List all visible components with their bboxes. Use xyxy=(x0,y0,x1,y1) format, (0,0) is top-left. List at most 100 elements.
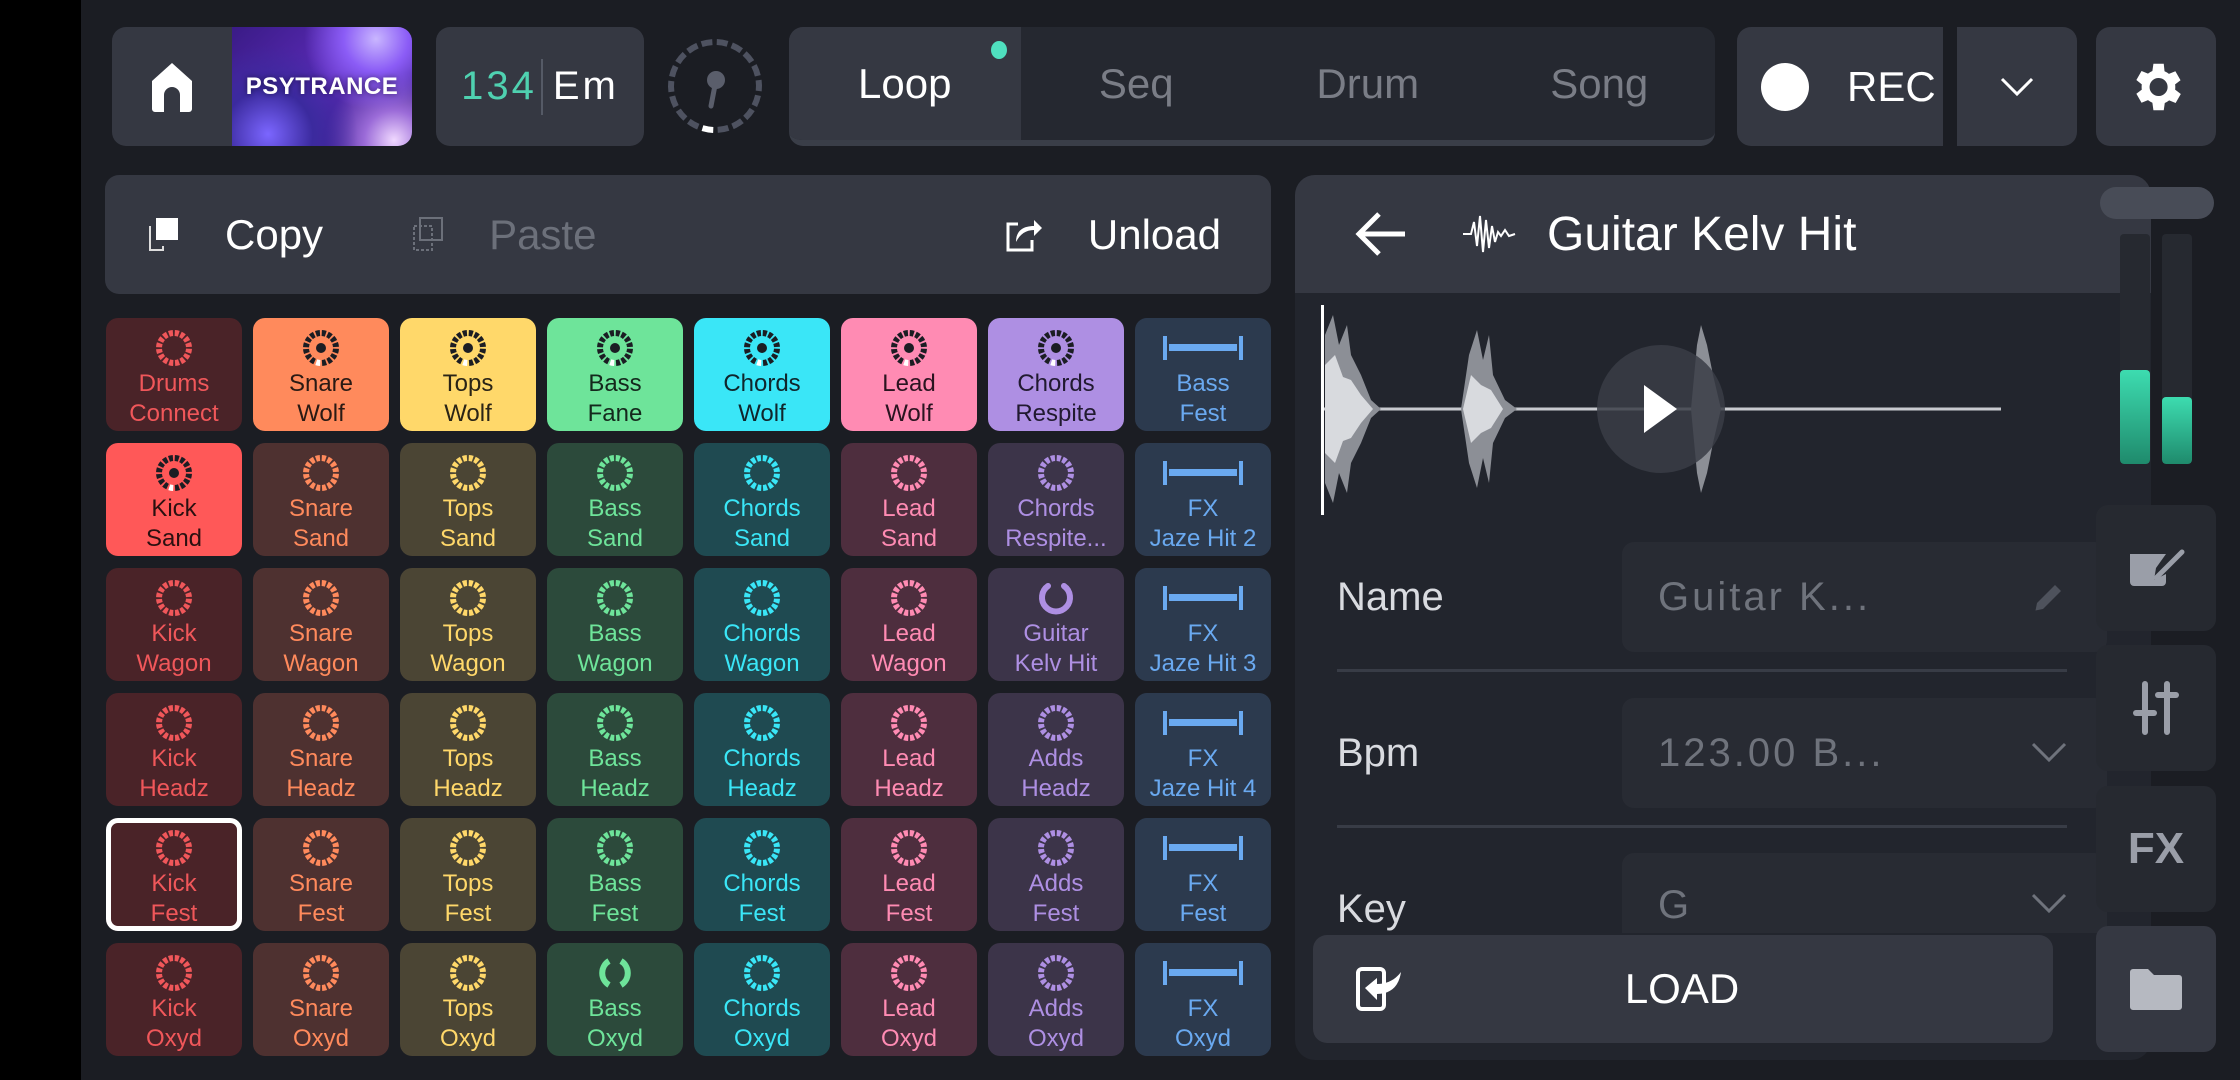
pad[interactable]: Chords Respite xyxy=(988,318,1124,431)
load-button[interactable]: LOAD xyxy=(1313,935,2053,1043)
mixer-button[interactable] xyxy=(2096,645,2216,771)
pad-name: Sand xyxy=(733,525,791,552)
pad[interactable]: Tops Oxyd xyxy=(400,943,536,1056)
tab-drum[interactable]: Drum xyxy=(1252,27,1484,140)
name-input[interactable]: Guitar K... xyxy=(1622,542,2107,652)
pad[interactable]: Kick Wagon xyxy=(106,568,242,681)
pad[interactable]: Lead Wagon xyxy=(841,568,977,681)
pad[interactable]: Kick Oxyd xyxy=(106,943,242,1056)
pad[interactable]: Chords Sand xyxy=(694,443,830,556)
pad[interactable]: Adds Oxyd xyxy=(988,943,1124,1056)
pad[interactable]: Tops Sand xyxy=(400,443,536,556)
pad[interactable]: FX Jaze Hit 2 xyxy=(1135,443,1271,556)
gear-icon xyxy=(2136,63,2181,110)
pad[interactable]: Snare Sand xyxy=(253,443,389,556)
pad[interactable]: Snare Fest xyxy=(253,818,389,931)
pad[interactable]: Snare Headz xyxy=(253,693,389,806)
pad[interactable]: Chords Fest xyxy=(694,818,830,931)
pad[interactable]: Snare Wolf xyxy=(253,318,389,431)
preview-play-button[interactable] xyxy=(1605,415,1733,543)
dial-tick xyxy=(687,118,700,130)
browser-button[interactable] xyxy=(2096,926,2216,1052)
volume-slider-handle[interactable] xyxy=(2100,187,2214,219)
pad-name: Jaze Hit 2 xyxy=(1149,525,1257,552)
playing-ring-icon xyxy=(450,330,486,366)
pad-category: Bass xyxy=(588,370,642,397)
pad[interactable]: Lead Sand xyxy=(841,443,977,556)
record-button[interactable]: REC xyxy=(1737,27,1943,146)
pad-category: Bass xyxy=(588,495,642,522)
loop-ring-icon xyxy=(156,705,192,741)
pad[interactable]: Guitar Kelv Hit xyxy=(988,568,1124,681)
pad[interactable]: Bass Wagon xyxy=(547,568,683,681)
loop-ring-icon xyxy=(156,580,192,616)
pad[interactable]: Chords Wolf xyxy=(694,318,830,431)
pad[interactable]: Adds Headz xyxy=(988,693,1124,806)
pad[interactable]: Bass Sand xyxy=(547,443,683,556)
pad-category: Snare xyxy=(288,745,354,772)
pad[interactable]: Lead Headz xyxy=(841,693,977,806)
pad[interactable]: Kick Fest xyxy=(106,818,242,931)
key-select[interactable]: G xyxy=(1622,853,2107,933)
project-cover[interactable]: PSYTRANCE xyxy=(232,27,412,146)
pad[interactable]: Chords Oxyd xyxy=(694,943,830,1056)
pad[interactable]: Chords Headz xyxy=(694,693,830,806)
metronome-dial[interactable] xyxy=(665,36,765,136)
pad[interactable]: Lead Fest xyxy=(841,818,977,931)
pad-name: Sand xyxy=(145,525,203,552)
pad[interactable]: Bass Headz xyxy=(547,693,683,806)
chevron-down-icon xyxy=(2031,742,2067,763)
pad[interactable]: Snare Wagon xyxy=(253,568,389,681)
pencil-icon[interactable] xyxy=(2031,579,2067,615)
loop-ring-icon xyxy=(303,830,339,866)
pad[interactable]: Bass Fest xyxy=(1135,318,1271,431)
pad[interactable]: Adds Fest xyxy=(988,818,1124,931)
pad-category: Chords xyxy=(1017,370,1095,397)
copy-button[interactable]: Copy xyxy=(147,211,323,259)
loop-ring-icon xyxy=(450,580,486,616)
pad[interactable]: Tops Wagon xyxy=(400,568,536,681)
pad[interactable]: Chords Wagon xyxy=(694,568,830,681)
pad[interactable]: FX Fest xyxy=(1135,818,1271,931)
pad[interactable]: FX Oxyd xyxy=(1135,943,1271,1056)
pad[interactable]: Tops Wolf xyxy=(400,318,536,431)
pad[interactable]: Snare Oxyd xyxy=(253,943,389,1056)
tab-label: Seq xyxy=(1098,59,1174,107)
pad[interactable]: Lead Oxyd xyxy=(841,943,977,1056)
pad[interactable]: Chords Respite... xyxy=(988,443,1124,556)
pad-name: Oxyd xyxy=(439,1025,496,1052)
tab-loop[interactable]: Loop xyxy=(789,27,1021,140)
pad[interactable]: Kick Sand xyxy=(106,443,242,556)
edit-button[interactable] xyxy=(2096,505,2216,631)
pad[interactable]: Tops Fest xyxy=(400,818,536,931)
loop-ring-icon xyxy=(744,455,780,491)
paste-button[interactable]: Paste xyxy=(411,211,596,259)
tab-seq[interactable]: Seq xyxy=(1021,27,1253,140)
tab-song[interactable]: Song xyxy=(1484,27,1716,140)
fx-button[interactable]: FX xyxy=(2096,786,2216,912)
bpm-select[interactable]: 123.00 B... xyxy=(1622,698,2107,808)
pad[interactable]: Bass Fane xyxy=(547,318,683,431)
one-shot-icon xyxy=(1163,336,1243,360)
unload-button[interactable]: Unload xyxy=(1004,211,1221,259)
pad[interactable]: Kick Headz xyxy=(106,693,242,806)
pad[interactable]: FX Jaze Hit 4 xyxy=(1135,693,1271,806)
home-button[interactable] xyxy=(112,27,232,146)
tempo-key-button[interactable]: 134 Em xyxy=(436,27,644,146)
pad-category: Chords xyxy=(723,995,801,1022)
back-arrow-icon[interactable] xyxy=(1351,210,1411,258)
one-shot-icon xyxy=(1163,586,1243,610)
pad[interactable]: Lead Wolf xyxy=(841,318,977,431)
pad[interactable]: Bass Oxyd xyxy=(547,943,683,1056)
pad-name: Fest xyxy=(1032,900,1080,927)
pad-category: Lead xyxy=(882,370,936,397)
pad[interactable]: FX Jaze Hit 3 xyxy=(1135,568,1271,681)
record-options-button[interactable] xyxy=(1957,27,2077,146)
pad-category: Snare xyxy=(288,495,354,522)
settings-button[interactable] xyxy=(2096,27,2216,146)
pad[interactable]: Tops Headz xyxy=(400,693,536,806)
loop-split-icon xyxy=(599,958,631,988)
pad[interactable]: Drums Connect xyxy=(106,318,242,431)
playing-ring-icon xyxy=(156,455,192,491)
pad[interactable]: Bass Fest xyxy=(547,818,683,931)
